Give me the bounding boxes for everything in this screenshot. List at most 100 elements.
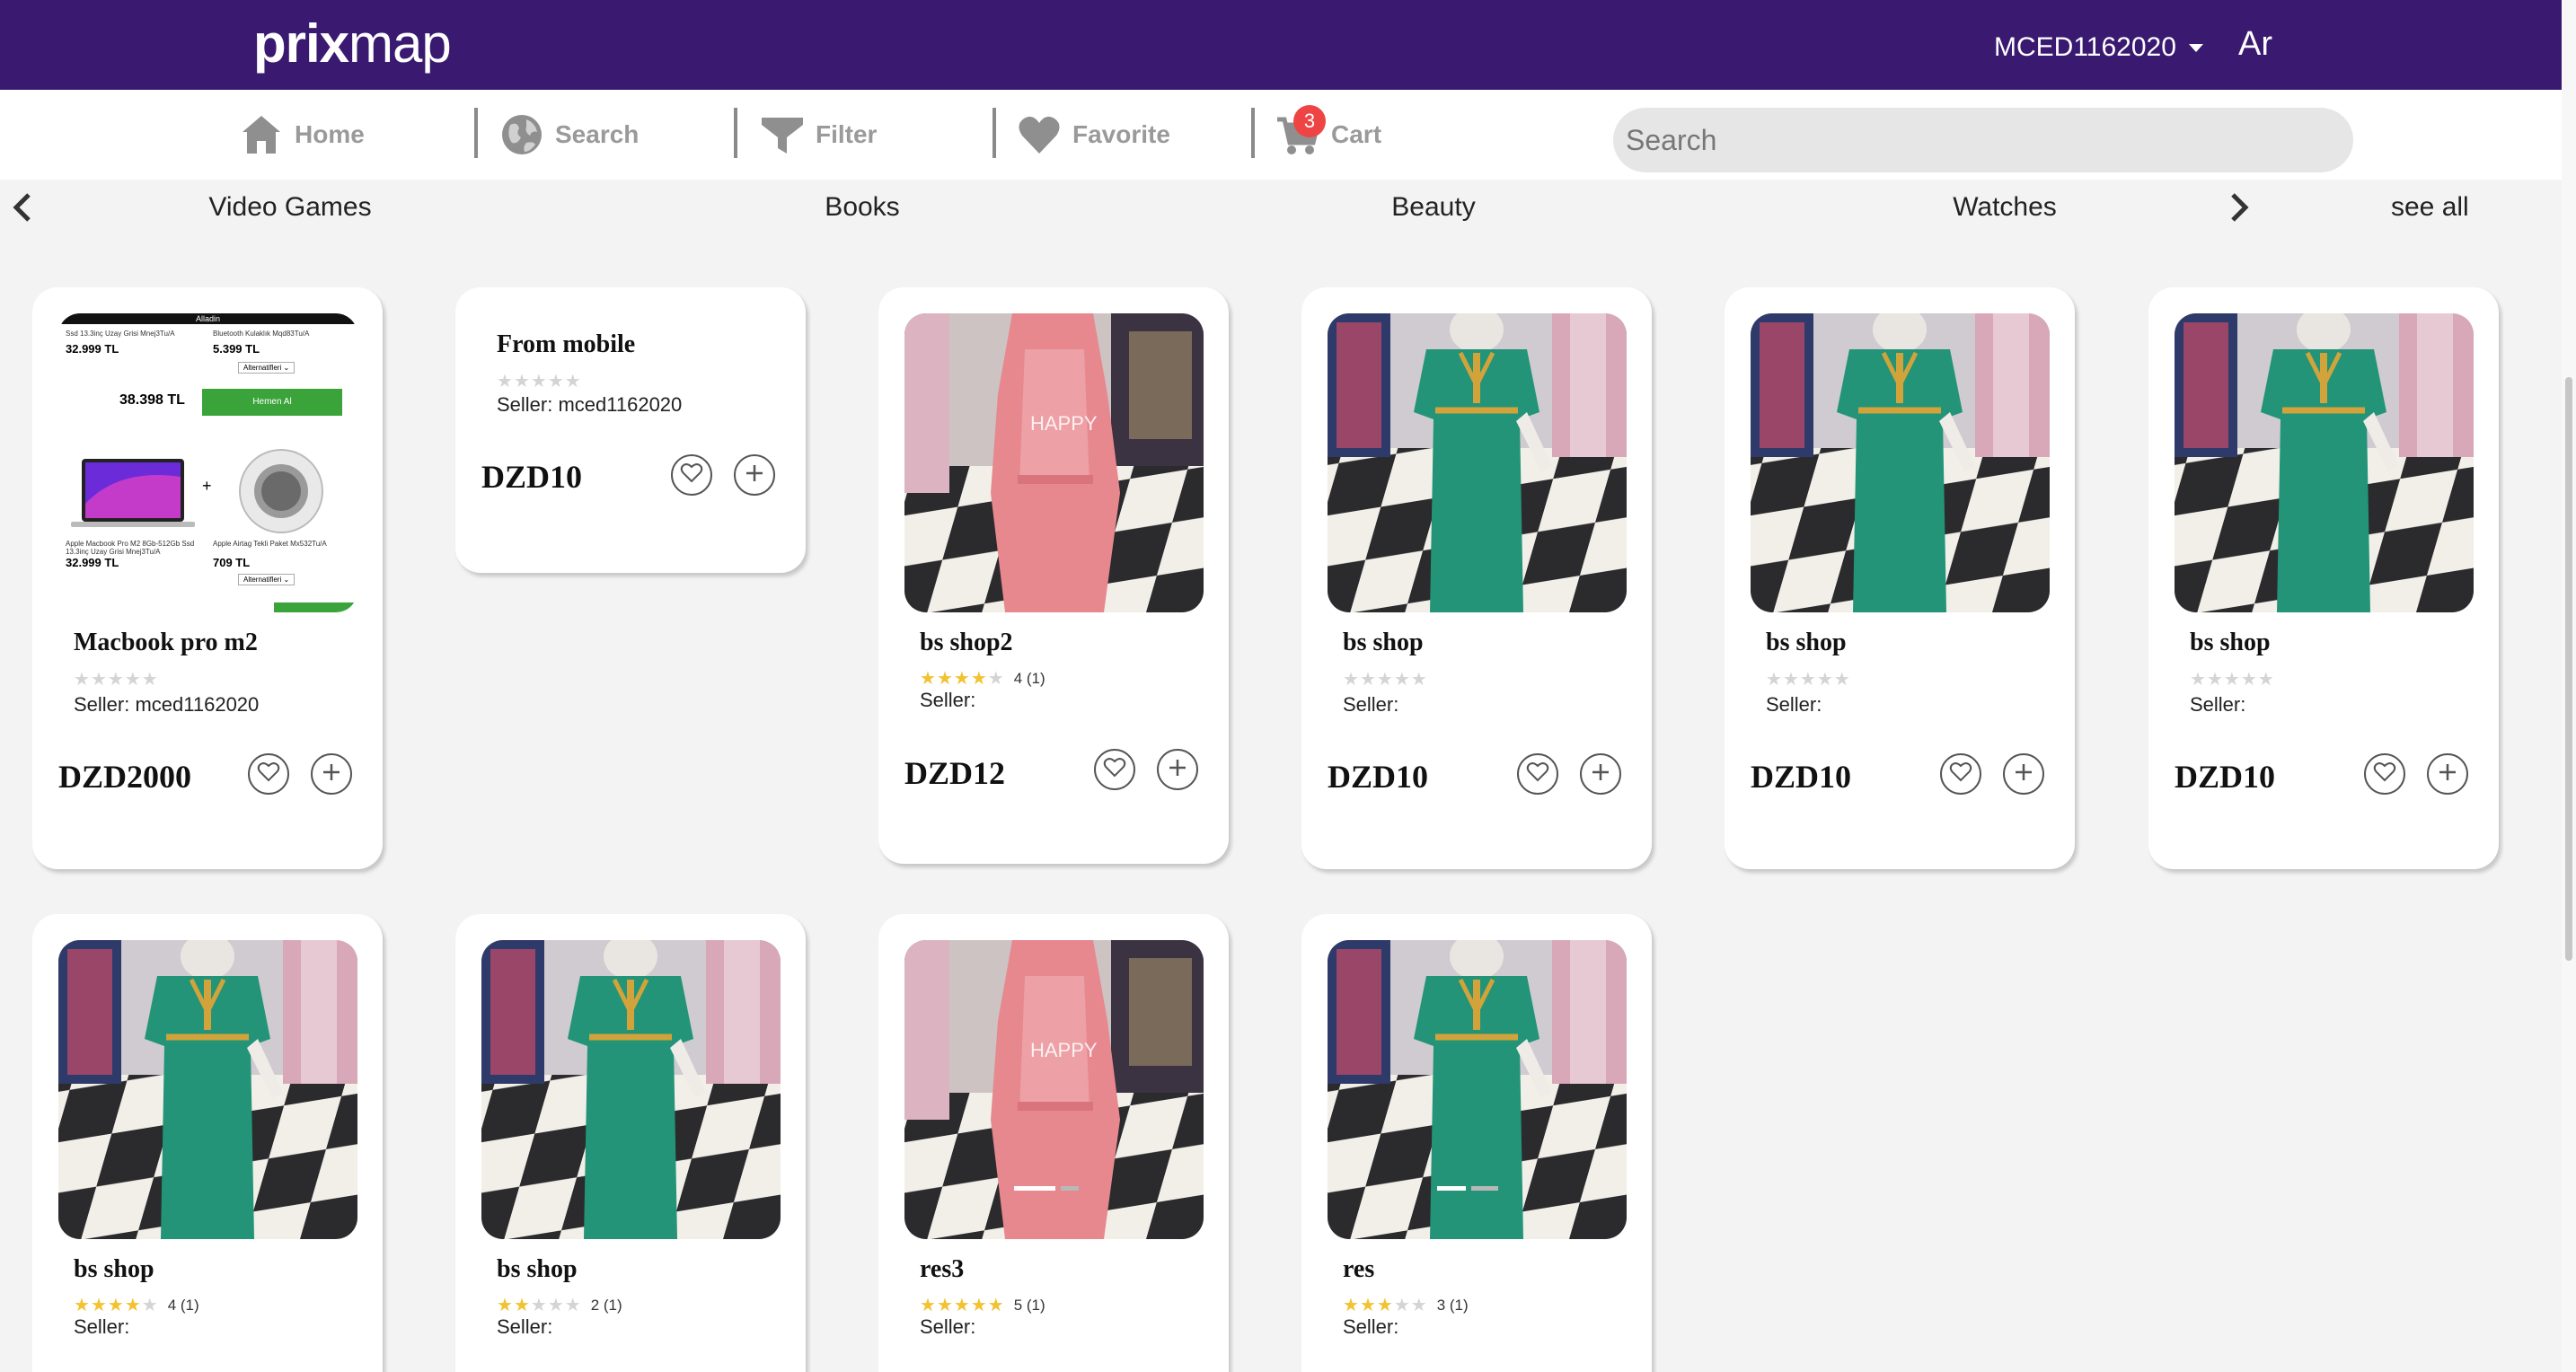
- favorite-button[interactable]: [2364, 753, 2405, 795]
- ad-price: 5.399 TL: [213, 342, 260, 356]
- ad-buy-button: Hemen Al: [202, 389, 342, 416]
- star-icon: ★: [936, 669, 954, 689]
- nav-filter[interactable]: Filter: [760, 108, 877, 162]
- product-image[interactable]: [58, 940, 357, 1239]
- language-toggle[interactable]: Ar: [2238, 25, 2272, 64]
- add-to-cart-button[interactable]: [734, 454, 775, 496]
- rating-stars: ★ ★ ★ ★ ★ 5 (1): [920, 1294, 1045, 1316]
- nav-divider: [474, 108, 478, 158]
- star-icon: ★: [1816, 670, 1834, 690]
- add-to-cart-button[interactable]: [1157, 749, 1198, 790]
- product-name[interactable]: From mobile: [497, 330, 635, 359]
- heart-outline-icon: [1949, 761, 1972, 787]
- seller-label: Seller:: [497, 1315, 553, 1338]
- product-name[interactable]: bs shop: [2190, 629, 2271, 657]
- star-icon: ★: [1343, 670, 1360, 690]
- product-name[interactable]: bs shop: [1766, 629, 1847, 657]
- product-name[interactable]: bs shop2: [920, 629, 1013, 657]
- plus-icon: [321, 761, 342, 787]
- scrollbar[interactable]: [2562, 0, 2576, 1372]
- star-icon: ★: [124, 670, 142, 690]
- product-card[interactable]: bs shop ★ ★ ★ ★ ★ 2 (1) Seller:: [455, 914, 806, 1372]
- star-icon: ★: [970, 1296, 988, 1315]
- chevron-right-icon[interactable]: [2228, 192, 2251, 227]
- star-icon: ★: [1393, 1296, 1411, 1315]
- favorite-button[interactable]: [1517, 753, 1558, 795]
- add-to-cart-button[interactable]: [2427, 753, 2468, 795]
- product-image[interactable]: Alladin Ssd 13.3inç Uzay Grisi Mnej3Tu/A…: [58, 313, 357, 612]
- star-icon: ★: [1376, 1296, 1394, 1315]
- category-beauty[interactable]: Beauty: [1391, 192, 1475, 223]
- product-card[interactable]: bs shop ★ ★ ★ ★ ★ Seller: DZD10: [2148, 287, 2499, 869]
- product-card[interactable]: bs shop ★ ★ ★ ★ ★ Seller: DZD10: [1301, 287, 1652, 869]
- product-name[interactable]: bs shop: [497, 1255, 578, 1284]
- nav-search[interactable]: Search: [499, 108, 639, 162]
- star-icon: ★: [141, 670, 159, 690]
- favorite-button[interactable]: [671, 454, 712, 496]
- chevron-left-icon[interactable]: [11, 192, 34, 227]
- product-image[interactable]: [2175, 313, 2474, 612]
- star-icon: ★: [1799, 670, 1817, 690]
- cart-icon: 3: [1275, 105, 1326, 157]
- product-image[interactable]: [1328, 313, 1627, 612]
- ad-price: 32.999 TL: [66, 342, 119, 356]
- product-name[interactable]: res3: [920, 1255, 964, 1284]
- product-photo: [1328, 313, 1627, 612]
- rating-stars: ★ ★ ★ ★ ★: [2190, 668, 2275, 690]
- product-card[interactable]: bs shop ★ ★ ★ ★ ★ 4 (1) Seller:: [32, 914, 383, 1372]
- product-image[interactable]: [481, 940, 781, 1239]
- ad-text: Apple Macbook Pro M2 8Gb-512Gb Ssd 13.3i…: [66, 540, 195, 556]
- product-photo: [58, 940, 357, 1239]
- star-icon: ★: [1833, 670, 1851, 690]
- star-icon: ★: [987, 1296, 1005, 1315]
- product-name[interactable]: Macbook pro m2: [74, 629, 258, 657]
- see-all-link[interactable]: see all: [2391, 192, 2469, 223]
- heart-outline-icon: [680, 462, 703, 488]
- nav-cart[interactable]: 3 Cart: [1275, 105, 1381, 162]
- favorite-button[interactable]: [248, 753, 289, 795]
- product-image[interactable]: [1751, 313, 2050, 612]
- airtag-image: [239, 449, 323, 533]
- ad-plus: +: [202, 477, 212, 495]
- add-to-cart-button[interactable]: [1580, 753, 1621, 795]
- star-icon: ★: [74, 1296, 91, 1315]
- scrollbar-thumb[interactable]: [2565, 377, 2572, 961]
- add-to-cart-button[interactable]: [2003, 753, 2044, 795]
- product-name[interactable]: bs shop: [74, 1255, 154, 1284]
- rating-stars: ★ ★ ★ ★ ★ 2 (1): [497, 1294, 622, 1316]
- star-icon: ★: [90, 670, 108, 690]
- product-price: DZD12: [904, 755, 1006, 791]
- account-menu[interactable]: MCED1162020: [1994, 32, 2203, 63]
- search-input[interactable]: [1613, 108, 2353, 172]
- product-image[interactable]: HAPPY: [904, 313, 1204, 612]
- product-image[interactable]: HAPPY: [904, 940, 1204, 1239]
- favorite-button[interactable]: [1094, 749, 1135, 790]
- nav-home[interactable]: Home: [239, 108, 365, 162]
- product-card[interactable]: Alladin Ssd 13.3inç Uzay Grisi Mnej3Tu/A…: [32, 287, 383, 869]
- product-card[interactable]: HAPPY res3 ★ ★ ★ ★ ★ 5 (1) Seller:: [878, 914, 1229, 1372]
- nav-favorite[interactable]: Favorite: [1017, 108, 1170, 162]
- add-to-cart-button[interactable]: [311, 753, 352, 795]
- product-photo: HAPPY: [904, 313, 1204, 612]
- category-row: Video Games Books Beauty Watches see all: [0, 180, 2562, 237]
- star-icon: ★: [497, 1296, 514, 1315]
- heart-outline-icon: [1103, 757, 1126, 783]
- plus-icon: [2013, 761, 2034, 787]
- star-icon: ★: [530, 372, 548, 391]
- favorite-button[interactable]: [1940, 753, 1981, 795]
- product-name[interactable]: res: [1343, 1255, 1374, 1284]
- category-video-games[interactable]: Video Games: [208, 192, 371, 223]
- rating-stars: ★ ★ ★ ★ ★: [497, 370, 582, 392]
- star-icon: ★: [564, 1296, 582, 1315]
- product-name[interactable]: bs shop: [1343, 629, 1424, 657]
- star-icon: ★: [513, 372, 531, 391]
- product-card[interactable]: HAPPY bs shop2 ★ ★ ★ ★ ★ 4 (1) Seller: DZD12: [878, 287, 1229, 864]
- logo[interactable]: prixmap: [253, 13, 452, 75]
- product-card[interactable]: res ★ ★ ★ ★ ★ 3 (1) Seller:: [1301, 914, 1652, 1372]
- category-watches[interactable]: Watches: [1953, 192, 2057, 223]
- product-image[interactable]: [1328, 940, 1627, 1239]
- product-card[interactable]: bs shop ★ ★ ★ ★ ★ Seller: DZD10: [1725, 287, 2075, 869]
- category-books[interactable]: Books: [825, 192, 899, 223]
- account-name: MCED1162020: [1994, 32, 2176, 62]
- product-card[interactable]: From mobile ★ ★ ★ ★ ★ Seller: mced1162020 DZD10: [455, 287, 806, 573]
